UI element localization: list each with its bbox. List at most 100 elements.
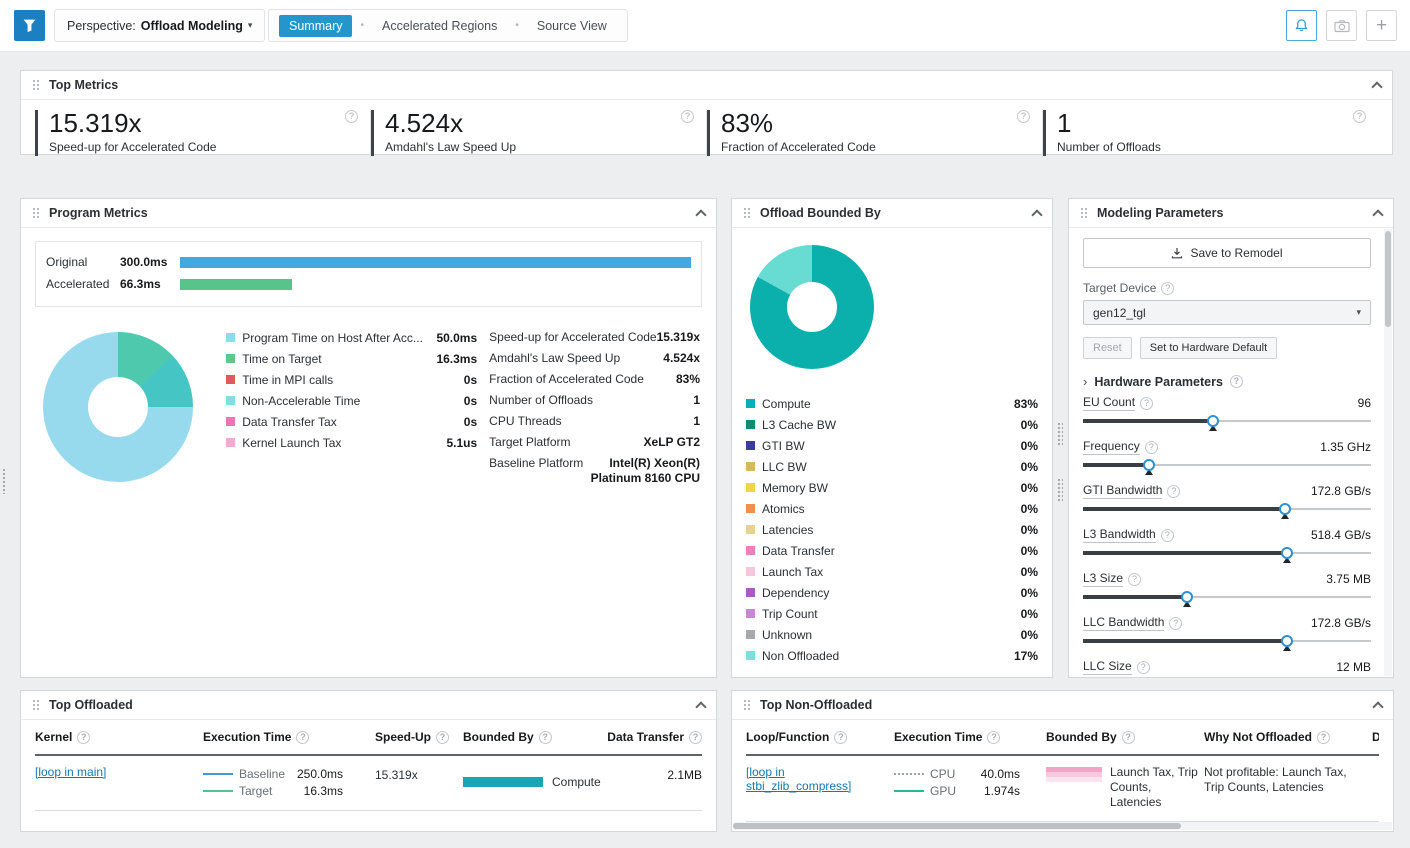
drag-handle-icon[interactable] <box>743 699 751 711</box>
help-icon[interactable] <box>1167 485 1180 498</box>
cpu-line-swatch <box>894 773 924 775</box>
collapse-chevron-icon[interactable] <box>1372 209 1383 220</box>
column-header-data-transfer: Data Transfer <box>1372 730 1379 744</box>
bar-fill <box>180 257 691 268</box>
tab-summary[interactable]: Summary <box>279 15 352 37</box>
slider-handle[interactable] <box>1281 547 1293 559</box>
slider-track[interactable] <box>1083 545 1371 565</box>
legend-label: LLC BW <box>762 460 1013 474</box>
bar-row-original: Original 300.0ms <box>46 251 691 273</box>
slider-handle[interactable] <box>1181 591 1193 603</box>
column-header-why-not-offloaded: Why Not Offloaded <box>1204 730 1372 744</box>
help-icon[interactable] <box>1169 617 1182 630</box>
panel-title: Offload Bounded By <box>760 206 881 220</box>
help-icon[interactable] <box>1017 110 1030 123</box>
snapshot-button[interactable] <box>1326 10 1357 41</box>
stat-row: Baseline PlatformIntel(R) Xeon(R) Platin… <box>489 453 700 486</box>
kernel-link[interactable]: [loop in main] <box>35 765 106 779</box>
card-accent-bar <box>707 110 710 156</box>
window-edge-drag-handle-icon[interactable] <box>2 468 7 494</box>
help-icon[interactable] <box>1145 441 1158 454</box>
slider-track[interactable] <box>1083 413 1371 433</box>
legend-label: Trip Count <box>762 607 1013 621</box>
legend-label: Kernel Launch Tax <box>242 436 438 450</box>
help-icon[interactable] <box>1353 110 1366 123</box>
slider-label: L3 Size <box>1083 571 1123 587</box>
drag-handle-icon[interactable] <box>32 699 40 711</box>
help-icon[interactable] <box>987 731 1000 744</box>
slider-track[interactable] <box>1083 677 1371 678</box>
vertical-scrollbar[interactable] <box>1384 229 1392 676</box>
program-stats: Speed-up for Accelerated Code15.319x Amd… <box>477 324 702 486</box>
horizontal-scrollbar[interactable] <box>733 822 1392 830</box>
legend-color-swatch <box>226 396 235 405</box>
drag-handle-icon[interactable] <box>743 207 751 219</box>
help-icon[interactable] <box>1128 573 1141 586</box>
drag-handle-icon[interactable] <box>1080 207 1088 219</box>
view-tabs: Summary • Accelerated Regions • Source V… <box>268 9 628 42</box>
drag-handle-icon[interactable] <box>32 79 40 91</box>
slider-track[interactable] <box>1083 633 1371 653</box>
legend-label: Time in MPI calls <box>242 373 456 387</box>
baseline-time: Baseline250.0ms <box>203 765 343 782</box>
help-icon[interactable] <box>1230 375 1243 388</box>
help-icon[interactable] <box>296 731 309 744</box>
panel-splitter-handle-icon[interactable] <box>1057 478 1063 502</box>
slider-handle[interactable] <box>1281 635 1293 647</box>
scrollbar-thumb[interactable] <box>1385 231 1391 327</box>
help-icon[interactable] <box>539 731 552 744</box>
collapse-chevron-icon[interactable] <box>695 701 706 712</box>
slider-track[interactable] <box>1083 501 1371 521</box>
help-icon[interactable] <box>1137 661 1150 674</box>
help-icon[interactable] <box>1161 529 1174 542</box>
help-icon[interactable] <box>1317 731 1330 744</box>
reset-button[interactable]: Reset <box>1083 337 1132 359</box>
perspective-selector[interactable]: Perspective: Offload Modeling ▾ <box>54 9 265 42</box>
collapse-chevron-icon[interactable] <box>695 209 706 220</box>
collapse-chevron-icon[interactable] <box>1031 209 1042 220</box>
slider-track[interactable] <box>1083 457 1371 477</box>
save-icon <box>1171 247 1183 259</box>
top-metrics-header: Top Metrics <box>21 71 1392 100</box>
slider-handle[interactable] <box>1143 459 1155 471</box>
scrollbar-thumb[interactable] <box>733 823 1181 829</box>
help-icon[interactable] <box>1140 397 1153 410</box>
help-icon[interactable] <box>77 731 90 744</box>
help-icon[interactable] <box>1122 731 1135 744</box>
slider-frequency: Frequency1.35 GHz <box>1083 439 1371 477</box>
top-offloaded-header: Top Offloaded <box>21 691 716 720</box>
legend-value: 0% <box>1021 502 1038 516</box>
legend-item: L3 Cache BW0% <box>746 414 1038 435</box>
save-button-label: Save to Remodel <box>1190 246 1282 260</box>
legend-color-swatch <box>746 609 755 618</box>
tab-accelerated-regions[interactable]: Accelerated Regions <box>372 15 507 37</box>
save-to-remodel-button[interactable]: Save to Remodel <box>1083 238 1371 268</box>
program-metrics-body: Program Time on Host After Acc...50.0ms … <box>35 324 702 486</box>
loop-function-link[interactable]: [loop in stbi_zlib_compress] <box>746 765 866 793</box>
help-icon[interactable] <box>689 731 702 744</box>
slider-handle[interactable] <box>1207 415 1219 427</box>
help-icon[interactable] <box>436 731 449 744</box>
target-device-label-row: Target Device <box>1083 281 1371 295</box>
bar-value: 66.3ms <box>120 277 180 291</box>
help-icon[interactable] <box>681 110 694 123</box>
legend-color-swatch <box>226 438 235 447</box>
help-icon[interactable] <box>345 110 358 123</box>
panel-splitter-handle-icon[interactable] <box>1057 422 1063 446</box>
hardware-parameters-header[interactable]: › Hardware Parameters <box>1083 374 1371 389</box>
add-panel-button[interactable]: + <box>1366 10 1397 41</box>
set-hardware-default-button[interactable]: Set to Hardware Default <box>1140 337 1277 359</box>
offload-bounded-by-header: Offload Bounded By <box>732 199 1052 228</box>
slider-handle[interactable] <box>1279 503 1291 515</box>
help-icon[interactable] <box>1161 282 1174 295</box>
target-device-select[interactable]: gen12_tgl ▾ <box>1083 300 1371 325</box>
table-header-row: Kernel Execution Time Speed-Up Bounded B… <box>35 720 702 756</box>
collapse-chevron-icon[interactable] <box>1372 701 1383 712</box>
slider-track[interactable] <box>1083 589 1371 609</box>
advisor-logo[interactable] <box>14 10 45 41</box>
tab-source-view[interactable]: Source View <box>527 15 617 37</box>
notifications-button[interactable] <box>1286 10 1317 41</box>
collapse-chevron-icon[interactable] <box>1371 81 1382 92</box>
drag-handle-icon[interactable] <box>32 207 40 219</box>
help-icon[interactable] <box>834 731 847 744</box>
